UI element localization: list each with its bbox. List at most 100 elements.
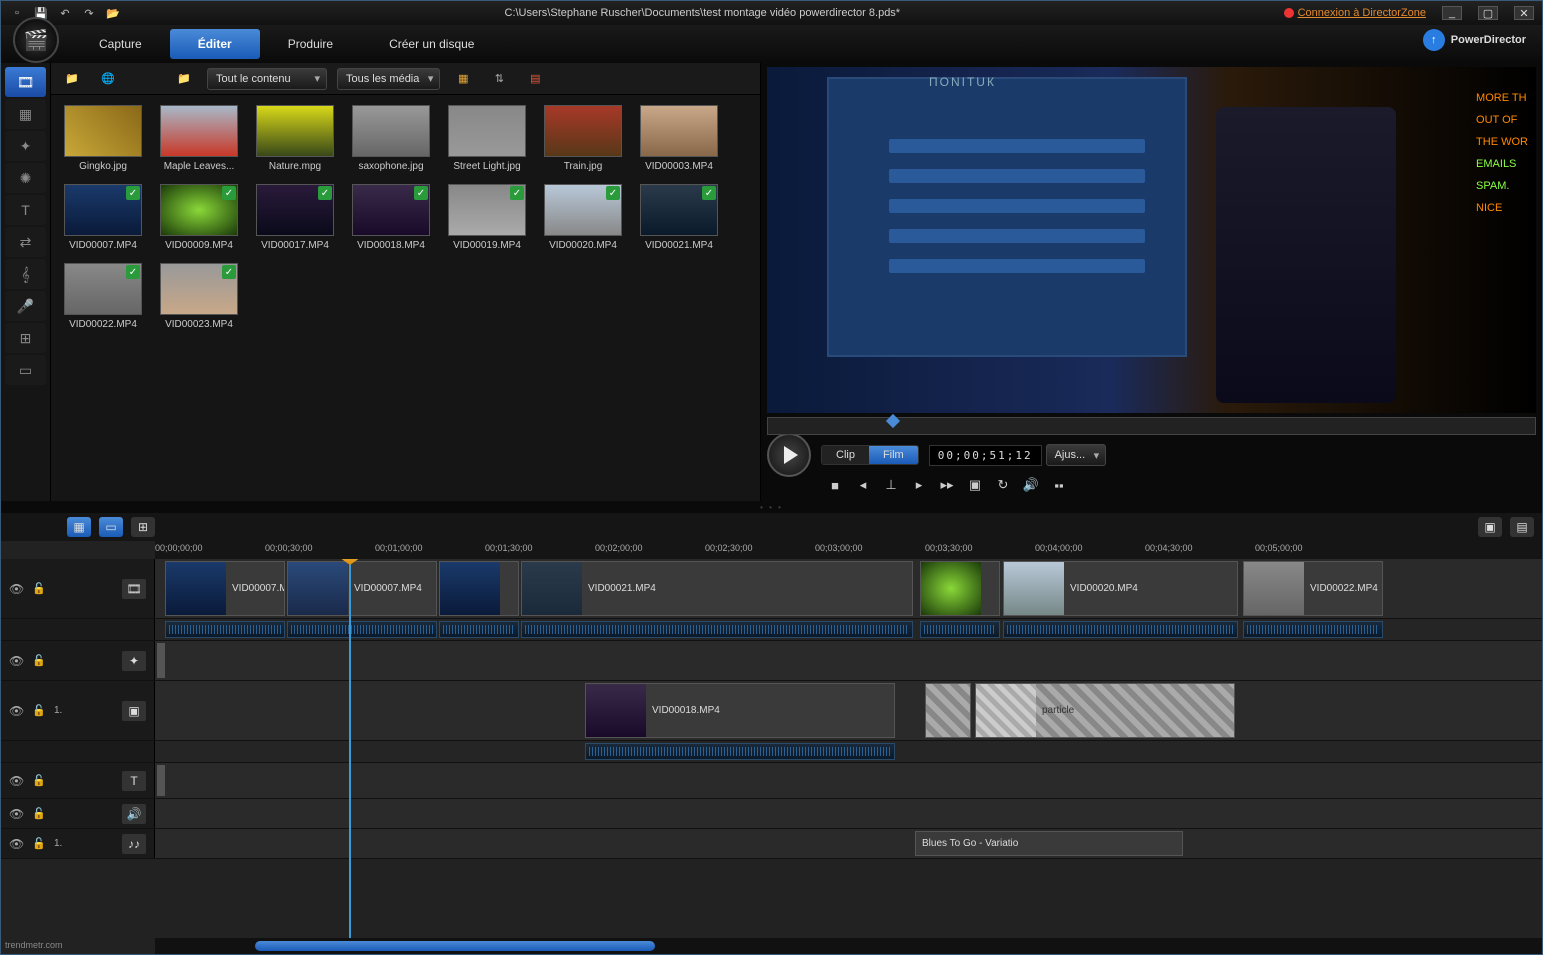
media-thumb[interactable]: Gingko.jpg [61, 105, 145, 172]
content-filter-dropdown[interactable]: Tout le contenu [207, 68, 327, 90]
snapshot-icon[interactable]: ▣ [963, 475, 987, 495]
track-manager-icon[interactable]: ⊞ [131, 517, 155, 537]
eye-icon[interactable]: 👁 [9, 704, 24, 718]
step-icon[interactable]: ⊥ [879, 475, 903, 495]
mode-clip[interactable]: Clip [822, 446, 869, 464]
loop-icon[interactable]: ↻ [991, 475, 1015, 495]
redo-icon[interactable]: ↷ [81, 5, 97, 21]
media-thumb[interactable]: VID00003.MP4 [637, 105, 721, 172]
preview-video[interactable]: ПONITUК MORE TH OUT OF THE WOR EMAILS SP… [767, 67, 1536, 413]
timeline-clip[interactable]: VID00007.MP4 [287, 561, 437, 616]
pip-room-button[interactable]: ✦ [5, 131, 46, 161]
import-folder-icon[interactable]: 📁 [59, 68, 85, 90]
title-clip[interactable] [157, 765, 165, 796]
volume-icon[interactable]: 🔊 [1019, 475, 1043, 495]
audio-room-button[interactable]: 𝄞 [5, 259, 46, 289]
play-button[interactable] [767, 433, 811, 477]
fast-forward-icon[interactable]: ▸▸ [935, 475, 959, 495]
eye-icon[interactable]: 👁 [9, 807, 24, 821]
timecode[interactable]: 00;00;51;12 [929, 445, 1042, 466]
lock-icon[interactable]: 🔓 [32, 774, 46, 787]
timeline-clip[interactable]: VID00022.MP4 [1243, 561, 1383, 616]
timeline-scrollbar[interactable] [155, 938, 1542, 954]
audio-wave[interactable] [287, 621, 437, 638]
stop-icon[interactable]: ■ [823, 475, 847, 495]
media-thumb[interactable]: Train.jpg [541, 105, 625, 172]
timeline-particle[interactable]: particle [975, 683, 1235, 738]
particle-room-button[interactable]: ✺ [5, 163, 46, 193]
media-filter-dropdown[interactable]: Tous les média [337, 68, 440, 90]
media-thumb[interactable]: saxophone.jpg [349, 105, 433, 172]
timeline-clip[interactable]: VID00021.MP4 [521, 561, 913, 616]
lock-icon[interactable]: 🔓 [32, 704, 46, 717]
timeline-ruler[interactable]: 00;00;00;0000;00;30;0000;01;00;0000;01;3… [155, 541, 1542, 559]
lock-icon[interactable]: 🔓 [32, 582, 46, 595]
storyboard-view-icon[interactable]: ▭ [99, 517, 123, 537]
audio-wave[interactable] [521, 621, 913, 638]
eye-icon[interactable]: 👁 [9, 582, 24, 596]
next-frame-icon[interactable]: ▸ [907, 475, 931, 495]
media-thumb[interactable]: Maple Leaves... [157, 105, 241, 172]
audio-wave[interactable] [439, 621, 519, 638]
music-clip[interactable]: Blues To Go - Variatio [915, 831, 1183, 856]
minimize-button[interactable]: _ [1442, 6, 1462, 20]
media-thumb[interactable]: VID00007.MP4 [61, 184, 145, 251]
title-room-button[interactable]: T [5, 195, 46, 225]
settings-icon[interactable]: ▤ [1510, 517, 1534, 537]
media-thumb[interactable]: VID00019.MP4 [445, 184, 529, 251]
media-thumb[interactable]: Nature.mpg [253, 105, 337, 172]
audio-wave[interactable] [1003, 621, 1238, 638]
maximize-button[interactable]: ▢ [1478, 6, 1498, 20]
lock-icon[interactable]: 🔓 [32, 807, 46, 820]
view-icon[interactable]: ▦ [450, 68, 476, 90]
effect-room-button[interactable]: ▦ [5, 99, 46, 129]
media-thumb[interactable]: VID00020.MP4 [541, 184, 625, 251]
tab-disc[interactable]: Créer un disque [361, 29, 502, 59]
timeline-effect[interactable] [925, 683, 971, 738]
media-thumb[interactable]: Street Light.jpg [445, 105, 529, 172]
tab-edit[interactable]: Éditer [170, 29, 260, 59]
lock-icon[interactable]: 🔓 [32, 654, 46, 667]
folder-icon[interactable]: 📁 [171, 68, 197, 90]
detect-icon[interactable]: ▤ [522, 68, 548, 90]
media-thumb[interactable]: VID00017.MP4 [253, 184, 337, 251]
open-icon[interactable]: 📂 [105, 5, 121, 21]
subtitle-room-button[interactable]: ▭ [5, 355, 46, 385]
tab-capture[interactable]: Capture [71, 29, 170, 59]
chapter-room-button[interactable]: ⊞ [5, 323, 46, 353]
media-thumb[interactable]: VID00022.MP4 [61, 263, 145, 330]
transition-room-button[interactable]: ⇄ [5, 227, 46, 257]
undo-icon[interactable]: ↶ [57, 5, 73, 21]
media-thumb[interactable]: VID00009.MP4 [157, 184, 241, 251]
timeline-clip[interactable]: VID00007.MP4 [165, 561, 285, 616]
tab-produce[interactable]: Produire [260, 29, 361, 59]
quality-icon[interactable]: ▪▪ [1047, 475, 1071, 495]
zoom-fit-dropdown[interactable]: Ajus... [1046, 444, 1107, 466]
download-icon[interactable]: 🌐 [95, 68, 121, 90]
audio-wave[interactable] [1243, 621, 1383, 638]
media-room-button[interactable]: 🎞 [5, 67, 46, 97]
eye-icon[interactable]: 👁 [9, 654, 24, 668]
media-thumb[interactable]: VID00023.MP4 [157, 263, 241, 330]
panel-resizer[interactable]: • • • [1, 501, 1542, 513]
timeline-clip[interactable]: VID00020.MP4 [1003, 561, 1238, 616]
close-button[interactable]: ✕ [1514, 6, 1534, 20]
eye-icon[interactable]: 👁 [9, 837, 24, 851]
voice-room-button[interactable]: 🎤 [5, 291, 46, 321]
playhead[interactable] [349, 559, 351, 938]
audio-wave[interactable] [920, 621, 1000, 638]
prev-frame-icon[interactable]: ◂ [851, 475, 875, 495]
effect-clip[interactable] [157, 643, 165, 678]
eye-icon[interactable]: 👁 [9, 774, 24, 788]
timeline-clip[interactable] [920, 561, 1000, 616]
audio-wave[interactable] [165, 621, 285, 638]
directorzone-link[interactable]: Connexion à DirectorZone [1284, 7, 1426, 19]
lock-icon[interactable]: 🔓 [32, 837, 46, 850]
mode-film[interactable]: Film [869, 446, 918, 464]
media-thumb[interactable]: VID00018.MP4 [349, 184, 433, 251]
timeline-clip[interactable]: VID00018.MP4 [585, 683, 895, 738]
movie-view-icon[interactable]: ▣ [1478, 517, 1502, 537]
new-icon[interactable]: ▫ [9, 5, 25, 21]
sort-icon[interactable]: ⇅ [486, 68, 512, 90]
audio-wave[interactable] [585, 743, 895, 760]
